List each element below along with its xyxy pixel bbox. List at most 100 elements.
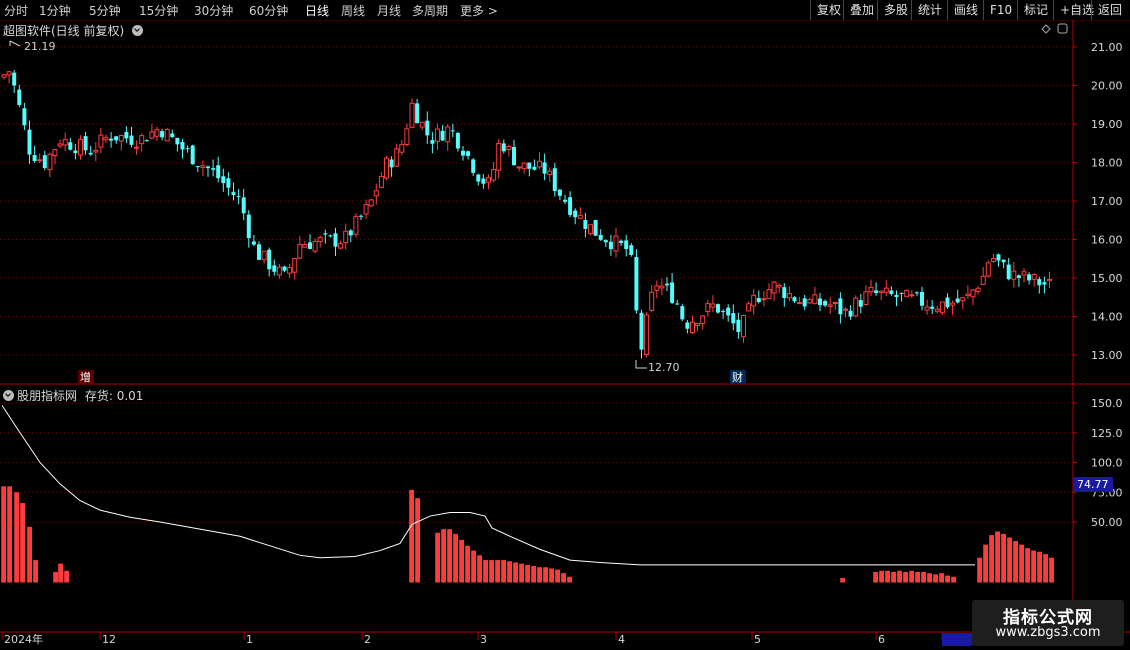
candle-body (680, 306, 685, 320)
candle-body (843, 308, 848, 311)
candle-body (1006, 264, 1011, 280)
indicator-bar (33, 560, 38, 583)
x-tick-label: 2 (364, 633, 371, 646)
watermark-url: www.zbgs3.com (995, 625, 1101, 640)
indicator-bar (1001, 533, 1006, 583)
x-tick-label: 12 (102, 633, 116, 646)
window-icon[interactable] (1057, 23, 1068, 34)
indicator-bar (441, 529, 446, 583)
candle-body (267, 249, 272, 270)
indicator-bar (20, 502, 25, 583)
indicator-bar (27, 526, 32, 583)
candle-body (731, 313, 736, 324)
candle-body (878, 290, 884, 294)
candle-body (894, 294, 899, 297)
x-tick-label: 1 (246, 633, 253, 646)
candle-body (807, 299, 813, 304)
candle-body (221, 176, 226, 184)
candle-body (990, 258, 996, 262)
candle-body (114, 136, 119, 141)
candle-body (939, 301, 945, 314)
indicator-bar (567, 576, 572, 583)
x-tick-label: 2024年 (4, 632, 43, 646)
y-tick-label: 100.0 (1091, 457, 1123, 470)
indicator-bar (53, 571, 58, 583)
indicator-bar (507, 561, 512, 583)
candle-body (955, 298, 960, 303)
candle-body (521, 162, 527, 170)
candle-body (583, 220, 588, 229)
candle-body (975, 287, 981, 292)
indicator-bar (471, 550, 476, 583)
candle-body (206, 166, 210, 169)
stock-chart[interactable]: 21.00 20.00 19.00 18.00 17.00 16.00 15.00 14.00… (0, 0, 1130, 650)
candle-body (644, 314, 650, 355)
candle-body (241, 197, 246, 214)
candle-body (88, 152, 93, 155)
candle-body (445, 126, 451, 143)
candle-body (170, 133, 175, 138)
indicator-bar (945, 575, 950, 583)
candle-body (302, 244, 308, 248)
candle-body (338, 243, 344, 249)
indicator-bar (489, 560, 494, 583)
candle-body (1, 74, 7, 78)
candle-body (384, 157, 389, 179)
candle-body (950, 302, 956, 306)
y-tick-label: 17.00 (1091, 195, 1123, 208)
x-tick-label: 5 (754, 633, 761, 646)
candle-body (83, 136, 88, 151)
candle-body (103, 137, 109, 141)
candle-body (980, 275, 986, 285)
candle-body (1047, 278, 1052, 282)
candle-body (98, 134, 104, 148)
indicator-bar (897, 570, 902, 583)
candle-body (236, 196, 241, 198)
candle-body (312, 240, 318, 252)
indicator-bar (561, 573, 566, 583)
candle-body (297, 244, 303, 259)
candle-body (276, 266, 282, 276)
candle-body (52, 149, 58, 157)
indicator-bar (840, 577, 845, 583)
indicator-bar (915, 571, 920, 583)
candle-body (160, 131, 165, 138)
candle-body (216, 165, 221, 179)
indicator-bar (453, 533, 458, 583)
candle-body (68, 142, 73, 150)
candle-body (22, 108, 27, 126)
candle-body (246, 214, 251, 239)
y-tick-label: 16.00 (1091, 234, 1123, 247)
candle-body (909, 294, 915, 297)
indicator-bar (415, 498, 420, 583)
candle-body (27, 129, 32, 155)
candle-body (996, 254, 1001, 261)
candle-body (466, 151, 471, 157)
low-arrow-icon (635, 360, 647, 369)
candle-body (415, 103, 420, 124)
candle-body (838, 298, 843, 315)
candle-body (476, 174, 481, 182)
candle-body (532, 166, 537, 170)
candle-body (231, 191, 236, 196)
candle-body (965, 293, 971, 297)
candle-body (863, 291, 869, 305)
candle-body (868, 286, 874, 293)
candle-body (251, 241, 256, 245)
candle-body (308, 242, 312, 249)
candle-body (195, 166, 200, 168)
candle-body (461, 150, 465, 156)
candle-body (93, 149, 99, 153)
indicator-bar (1043, 554, 1048, 583)
candle-body (557, 189, 562, 196)
chart-grid (0, 46, 1073, 523)
y-tick-label: 21.00 (1091, 41, 1123, 54)
candle-body (766, 289, 772, 299)
candle-body (899, 292, 904, 294)
candle-body (776, 284, 782, 288)
candle-body (129, 135, 134, 145)
indicator-bar (1019, 544, 1024, 583)
indicator-bar (909, 570, 914, 583)
candle-body (435, 128, 440, 142)
diamond-icon[interactable] (1041, 24, 1051, 34)
